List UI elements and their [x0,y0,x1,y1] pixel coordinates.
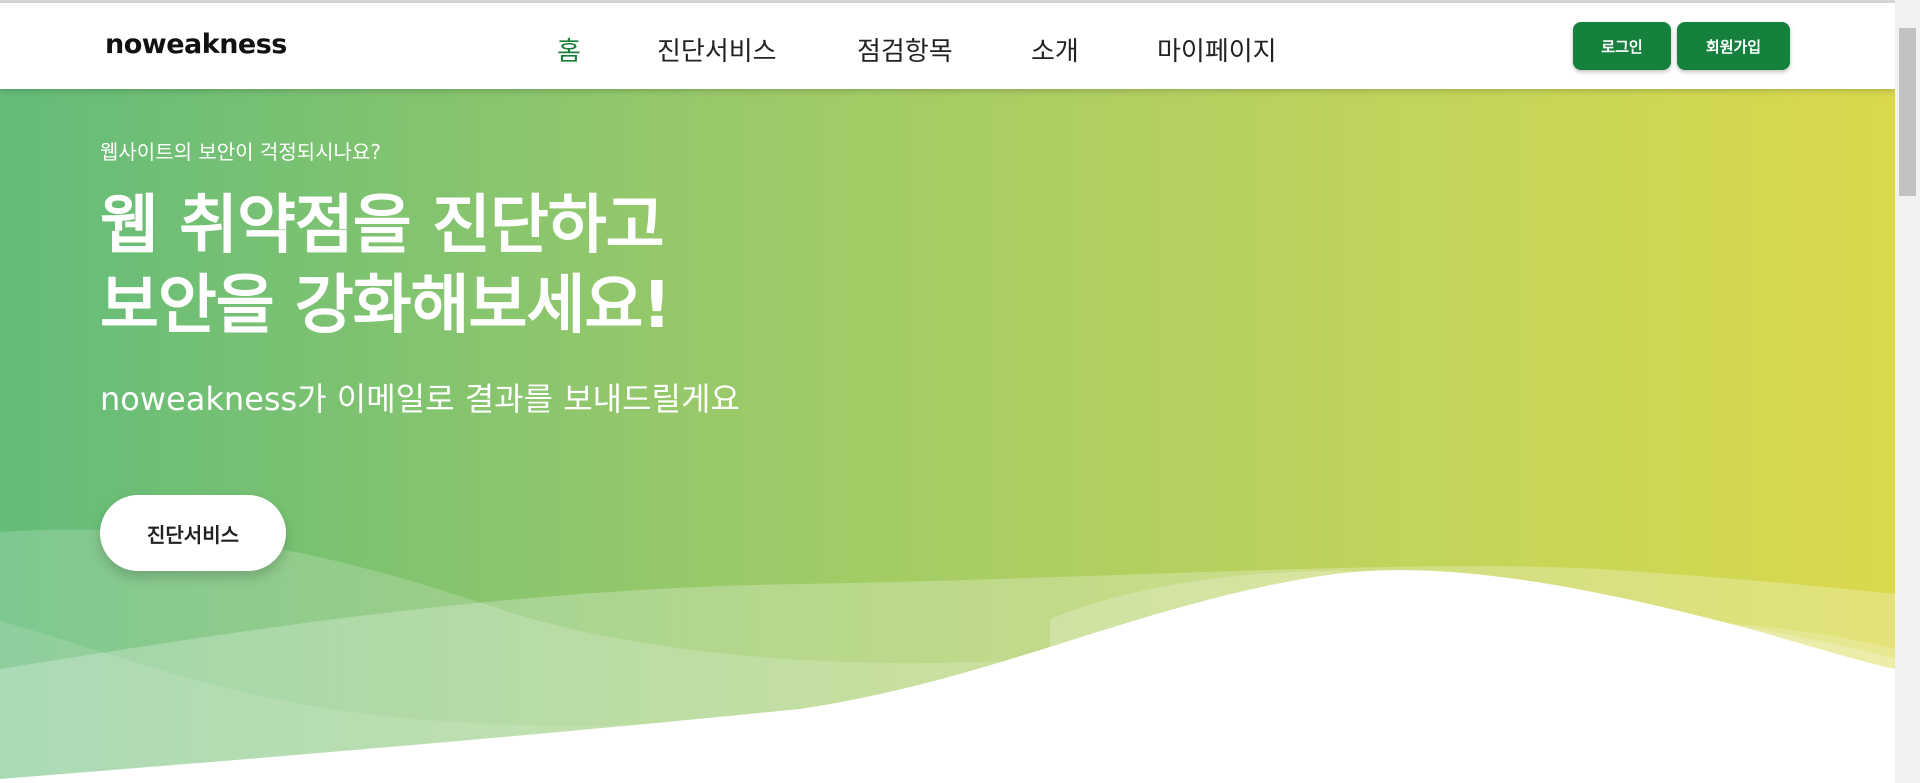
site-logo[interactable]: noweakness [105,29,287,60]
nav-about[interactable]: 소개 [1031,31,1079,68]
diagnosis-service-cta-button[interactable]: 진단서비스 [100,495,286,571]
hero-headline: 웹 취약점을 진단하고 보안을 강화해보세요! [100,186,671,346]
hero-eyebrow: 웹사이트의 보안이 걱정되시나요? [100,140,381,164]
navbar: noweakness 홈 진단서비스 점검항목 소개 마이페이지 로그인 회원가… [0,3,1895,89]
signup-button[interactable]: 회원가입 [1677,22,1790,70]
nav-check-items[interactable]: 점검항목 [857,31,953,68]
hero-headline-line-1: 웹 취약점을 진단하고 [100,189,664,263]
hero-subline: noweakness가 이메일로 결과를 보내드릴게요 [100,380,740,418]
page: noweakness 홈 진단서비스 점검항목 소개 마이페이지 로그인 회원가… [0,0,1895,783]
hero-headline-line-2: 보안을 강화해보세요! [100,269,671,343]
scrollbar-thumb[interactable] [1899,28,1916,196]
login-button[interactable]: 로그인 [1573,22,1671,70]
nav-mypage[interactable]: 마이페이지 [1157,31,1277,68]
nav-diagnosis-service[interactable]: 진단서비스 [657,31,777,68]
vertical-scrollbar[interactable] [1895,0,1920,783]
nav-home[interactable]: 홈 [557,31,581,68]
